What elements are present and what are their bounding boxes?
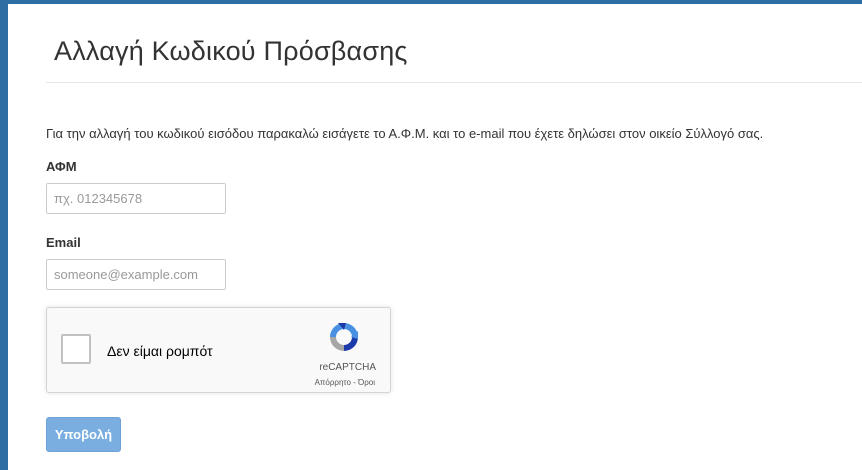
instructions-text: Για την αλλαγή του κωδικού εισόδου παρακ… (46, 126, 764, 141)
afm-input[interactable] (46, 183, 226, 214)
recaptcha-widget: Δεν είμαι ρομπότ reCAPTCHA Απόρρητο - Όρ… (46, 307, 391, 393)
recaptcha-terms-link[interactable]: Απόρρητο - Όροι (315, 378, 375, 387)
submit-button[interactable]: Υποβολή (46, 417, 121, 452)
email-label: Email (46, 235, 81, 250)
email-input[interactable] (46, 259, 226, 290)
page-title: Αλλαγή Κωδικού Πρόσβασης (54, 36, 408, 66)
page-frame: Αλλαγή Κωδικού Πρόσβασης Για την αλλαγή … (0, 0, 862, 470)
recaptcha-label: Δεν είμαι ρομπότ (107, 343, 213, 359)
recaptcha-brand: reCAPTCHA (319, 362, 376, 373)
afm-label: ΑΦΜ (46, 159, 77, 174)
recaptcha-checkbox[interactable] (61, 334, 91, 364)
recaptcha-logo-icon (330, 323, 358, 351)
title-divider (46, 82, 862, 83)
